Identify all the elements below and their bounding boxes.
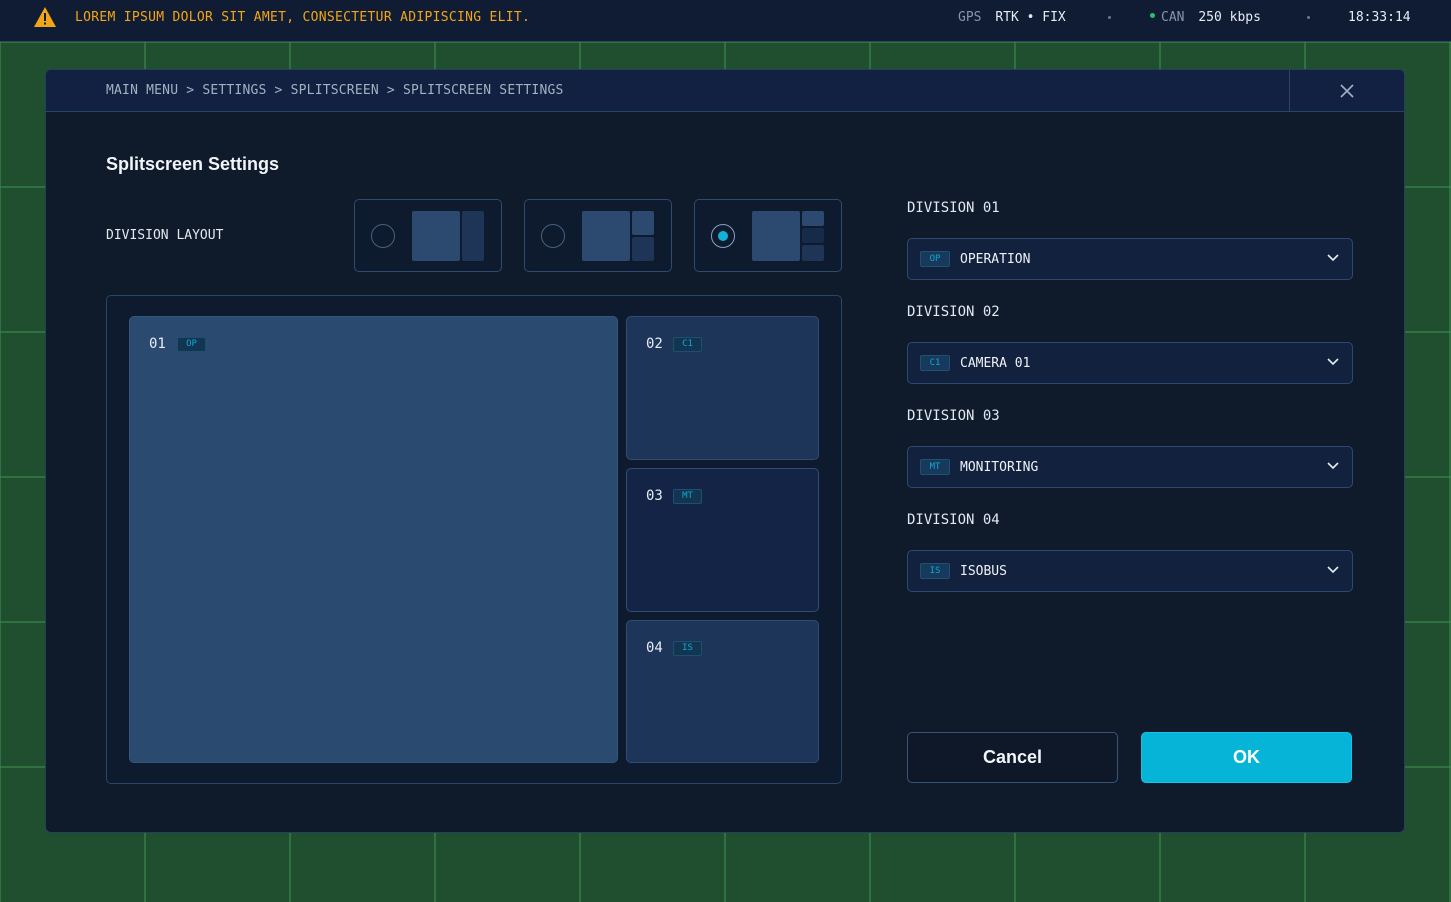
page-title: Splitscreen Settings (106, 154, 280, 174)
status-bar: LOREM IPSUM DOLOR SIT AMET, CONSECTETUR … (0, 0, 1451, 42)
pane-badge: IS (673, 641, 702, 656)
division-04-label: DIVISION 04 (907, 512, 1000, 528)
can-status-dot (1150, 13, 1155, 18)
select-badge: IS (920, 563, 950, 579)
layout-radio-selected[interactable] (711, 224, 735, 248)
layout-thumb-main (412, 211, 460, 261)
warning-message: LOREM IPSUM DOLOR SIT AMET, CONSECTETUR … (75, 10, 531, 25)
select-value: CAMERA 01 (960, 356, 1031, 371)
can-value: 250 kbps (1198, 10, 1261, 25)
layout-radio[interactable] (371, 224, 395, 248)
pane-number: 01 (149, 336, 166, 352)
pane-number: 02 (646, 336, 663, 352)
layout-thumb-main (582, 211, 630, 261)
layout-thumb-side (802, 211, 824, 226)
layout-radio[interactable] (541, 224, 565, 248)
select-badge: MT (920, 459, 950, 475)
gps-value: RTK • FIX (995, 10, 1066, 25)
layout-option-four-pane[interactable] (694, 199, 842, 272)
chevron-down-icon (1327, 566, 1339, 574)
close-icon (1340, 84, 1354, 98)
layout-thumb-side (802, 245, 824, 261)
cancel-button[interactable]: Cancel (907, 732, 1118, 783)
gps-status: GPS RTK • FIX (958, 10, 1066, 25)
separator-dot (1108, 16, 1111, 19)
division-04-select[interactable]: IS ISOBUS (907, 550, 1353, 592)
preview-pane-04[interactable]: 04 IS (626, 620, 819, 763)
dialog-header: MAIN MENU > SETTINGS > SPLITSCREEN > SPL… (46, 70, 1404, 112)
pane-number: 03 (646, 488, 663, 504)
division-03-label: DIVISION 03 (907, 408, 1000, 424)
splitscreen-settings-dialog: MAIN MENU > SETTINGS > SPLITSCREEN > SPL… (45, 69, 1405, 833)
chevron-down-icon (1327, 254, 1339, 262)
layout-thumb-side (802, 228, 824, 243)
preview-pane-02[interactable]: 02 C1 (626, 316, 819, 460)
chevron-down-icon (1327, 462, 1339, 470)
layout-thumb-side (632, 211, 654, 235)
chevron-down-icon (1327, 358, 1339, 366)
pane-badge: OP (177, 337, 206, 352)
pane-number: 04 (646, 640, 663, 656)
select-badge: C1 (920, 355, 950, 371)
gps-label: GPS (958, 10, 982, 25)
preview-pane-01[interactable]: 01 OP (129, 316, 618, 763)
division-02-select[interactable]: C1 CAMERA 01 (907, 342, 1353, 384)
can-label: CAN (1161, 10, 1185, 25)
separator-dot (1307, 16, 1310, 19)
select-value: OPERATION (960, 252, 1031, 267)
select-value: MONITORING (960, 460, 1039, 475)
clock: 18:33:14 (1348, 10, 1411, 25)
can-status: CAN 250 kbps (1150, 10, 1261, 25)
division-01-select[interactable]: OP OPERATION (907, 238, 1353, 280)
division-layout-label: DIVISION LAYOUT (106, 228, 224, 243)
close-button[interactable] (1289, 70, 1404, 112)
pane-badge: C1 (673, 337, 702, 352)
select-value: ISOBUS (960, 564, 1007, 579)
preview-pane-03[interactable]: 03 MT (626, 468, 819, 612)
division-02-label: DIVISION 02 (907, 304, 1000, 320)
division-03-select[interactable]: MT MONITORING (907, 446, 1353, 488)
division-01-label: DIVISION 01 (907, 200, 1000, 216)
pane-badge: MT (673, 489, 702, 504)
layout-option-three-pane[interactable] (524, 199, 672, 272)
warning-icon (34, 7, 56, 27)
select-badge: OP (920, 251, 950, 267)
breadcrumb: MAIN MENU > SETTINGS > SPLITSCREEN > SPL… (106, 83, 564, 98)
layout-preview: 01 OP 02 C1 03 MT 04 IS (106, 295, 842, 784)
layout-thumb-main (752, 211, 800, 261)
layout-thumb-side (632, 237, 654, 261)
ok-button[interactable]: OK (1141, 732, 1352, 783)
layout-thumb-side (462, 211, 484, 261)
layout-option-two-pane[interactable] (354, 199, 502, 272)
